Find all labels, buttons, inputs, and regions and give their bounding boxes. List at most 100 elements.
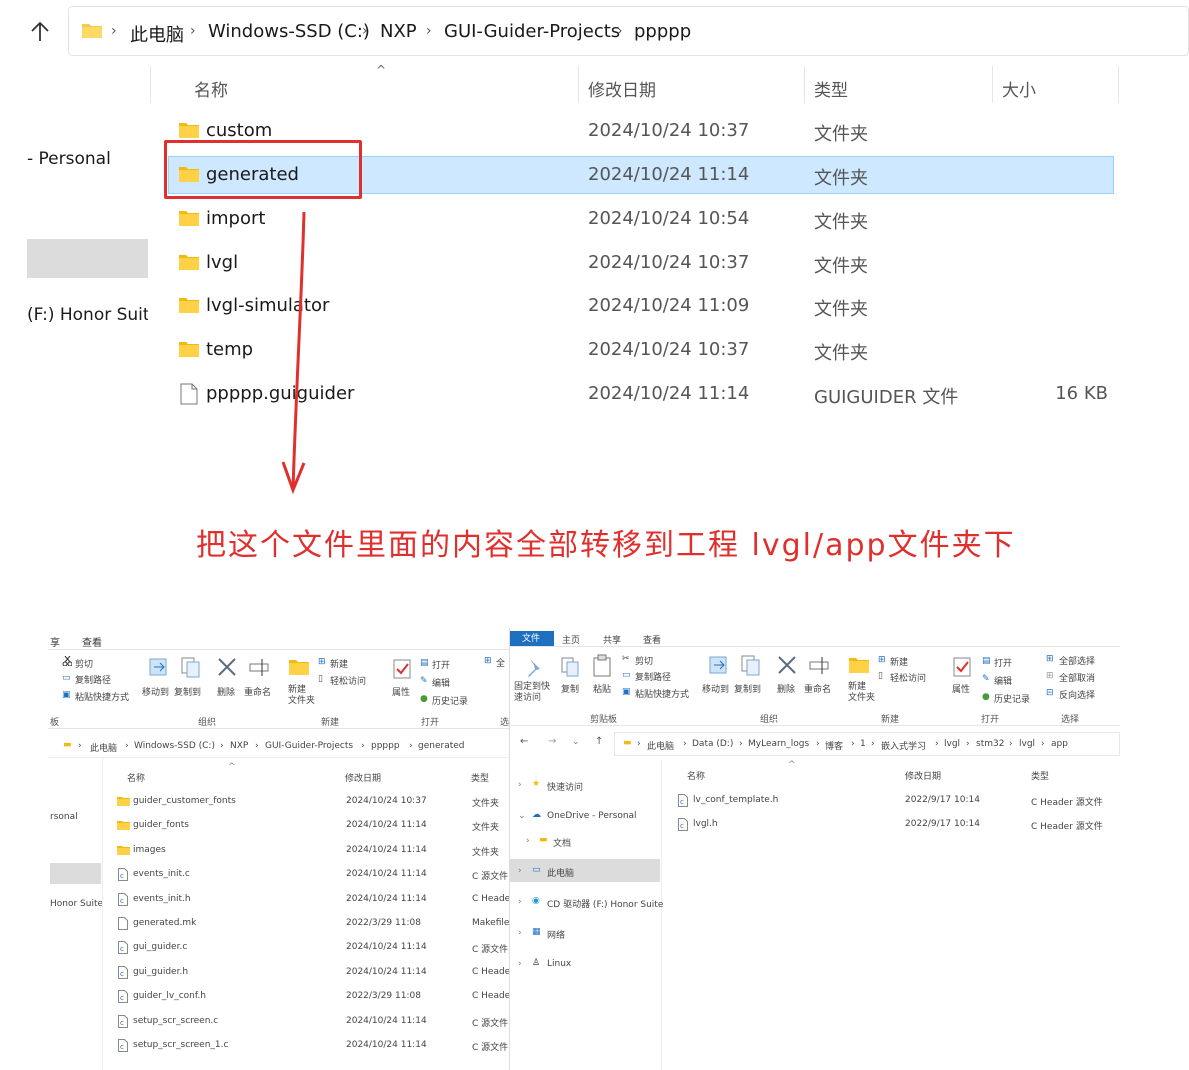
cut-button[interactable]: 剪切	[75, 657, 93, 670]
nav-quick-access[interactable]: 快速访问	[547, 780, 583, 793]
breadcrumb-item[interactable]: 嵌入式学习	[881, 739, 926, 752]
nav-linux[interactable]: Linux	[547, 959, 571, 969]
move-to-button[interactable]: 移动到	[142, 685, 169, 698]
easy-access-button[interactable]: 轻松访问	[890, 671, 926, 684]
column-header-date[interactable]: 修改日期	[588, 76, 656, 101]
select-none-button[interactable]: 全部取消	[1059, 671, 1095, 684]
file-row[interactable]: guider_customer_fonts 2024/10/24 10:37 文件夹	[114, 791, 509, 815]
breadcrumb-item[interactable]: GUI-Guider-Projects	[444, 21, 620, 42]
history-button[interactable]: 历史记录	[432, 694, 468, 707]
breadcrumb-item[interactable]: NXP	[380, 21, 417, 42]
rename-button[interactable]: 重命名	[804, 682, 831, 695]
file-row[interactable]: c guider_lv_conf.h 2022/3/29 11:08 C Heade	[114, 986, 509, 1010]
breadcrumb-item[interactable]: app	[1051, 739, 1068, 749]
select-all-button[interactable]: 全部选择	[1059, 654, 1095, 667]
breadcrumb-item[interactable]: ppppp	[371, 741, 400, 751]
nav-documents[interactable]: 文档	[553, 836, 571, 849]
address-bar[interactable]: › 此电脑 › Windows-SSD (C:) › NXP › GUI-Gui…	[68, 6, 1189, 56]
file-row[interactable]: c lvgl.h 2022/9/17 10:14 C Header 源文件	[676, 814, 1120, 838]
new-folder-button[interactable]: 新建 文件夹	[848, 682, 875, 704]
column-header-type[interactable]: 类型	[471, 771, 489, 784]
history-button[interactable]: 历史记录	[994, 692, 1030, 705]
tab-home[interactable]: 主页	[562, 633, 580, 646]
chevron-down-icon[interactable]: ⌄	[572, 737, 580, 747]
invert-selection-button[interactable]: 反向选择	[1059, 688, 1095, 701]
copy-button[interactable]: 复制	[561, 682, 579, 695]
breadcrumb-item[interactable]: MyLearn_logs	[748, 739, 809, 749]
copy-path-button[interactable]: 复制路径	[635, 670, 671, 683]
paste-button[interactable]: 粘贴	[593, 682, 611, 695]
breadcrumb-item[interactable]: GUI-Guider-Projects	[265, 741, 353, 751]
new-item-button[interactable]: 新建	[890, 655, 908, 668]
sidebar-item-honor-suite[interactable]: (F:) Honor Suite	[27, 305, 148, 325]
open-button[interactable]: 打开	[994, 656, 1012, 669]
breadcrumb-item[interactable]: ppppp	[634, 21, 691, 42]
sidebar-item-honor-suite[interactable]: Honor Suite	[50, 899, 103, 909]
column-header-date[interactable]: 修改日期	[345, 771, 381, 784]
easy-access-button[interactable]: 轻松访问	[330, 674, 366, 687]
sidebar-item-this-pc[interactable]	[50, 863, 101, 884]
delete-button[interactable]: 删除	[777, 682, 795, 695]
breadcrumb-item[interactable]: 博客	[825, 739, 843, 752]
file-row[interactable]: images 2024/10/24 11:14 文件夹	[114, 840, 509, 864]
breadcrumb-item[interactable]: lvgl	[1019, 739, 1035, 749]
nav-this-pc[interactable]: 此电脑	[547, 866, 574, 879]
file-row[interactable]: c gui_guider.c 2024/10/24 11:14 C 源文件	[114, 937, 509, 961]
new-item-button[interactable]: 新建	[330, 657, 348, 670]
file-row[interactable]: c setup_scr_screen_1.c 2024/10/24 11:14 C 源…	[114, 1035, 509, 1059]
sidebar-item-onedrive[interactable]: rsonal	[50, 812, 78, 822]
file-row[interactable]: c lv_conf_template.h 2022/9/17 10:14 C H…	[676, 790, 1120, 814]
file-row[interactable]: c events_init.h 2024/10/24 11:14 C Heade	[114, 889, 509, 913]
column-header-size[interactable]: 大小	[1002, 76, 1036, 101]
breadcrumb-item[interactable]: stm32	[976, 739, 1004, 749]
up-arrow-icon[interactable]: ↑	[595, 736, 603, 747]
file-row[interactable]: generated.mk 2022/3/29 11:08 Makefile	[114, 913, 509, 937]
breadcrumb-item[interactable]: Windows-SSD (C:)	[134, 741, 215, 751]
address-bar[interactable]: ▬ › 此电脑 › Windows-SSD (C:) › NXP › GUI-G…	[48, 734, 509, 758]
column-header-type[interactable]: 类型	[814, 76, 848, 101]
paste-shortcut-button[interactable]: 粘贴快捷方式	[75, 690, 129, 703]
address-bar[interactable]: ▬ › 此电脑 › Data (D:) › MyLearn_logs › 博客 …	[614, 732, 1120, 756]
copy-path-button[interactable]: 复制路径	[75, 673, 111, 686]
forward-arrow-icon[interactable]: →	[548, 736, 556, 747]
cut-button[interactable]: 剪切	[635, 654, 653, 667]
file-row[interactable]: guider_fonts 2024/10/24 11:14 文件夹	[114, 815, 509, 839]
back-arrow-icon[interactable]: ←	[520, 736, 528, 747]
breadcrumb-item[interactable]: Windows-SSD (C:)	[208, 21, 370, 42]
sidebar-item-onedrive[interactable]: - Personal	[27, 149, 111, 169]
column-header-name[interactable]: 名称	[127, 771, 145, 784]
rename-button[interactable]: 重命名	[244, 685, 271, 698]
pin-quick-access-button[interactable]: 固定到快 速访问	[514, 682, 550, 704]
breadcrumb-item[interactable]: generated	[418, 741, 465, 751]
breadcrumb-item[interactable]: 此电脑	[647, 739, 674, 752]
paste-shortcut-button[interactable]: 粘贴快捷方式	[635, 687, 689, 700]
tab-share[interactable]: 享	[50, 634, 60, 649]
up-arrow-icon[interactable]	[28, 20, 52, 44]
breadcrumb-item[interactable]: 此电脑	[90, 741, 117, 754]
edit-button[interactable]: 编辑	[432, 676, 450, 689]
nav-cd-drive[interactable]: CD 驱动器 (F:) Honor Suite	[547, 897, 663, 910]
nav-network[interactable]: 网络	[547, 928, 565, 941]
delete-button[interactable]: 删除	[217, 685, 235, 698]
sidebar-item-this-pc[interactable]	[27, 239, 148, 278]
column-divider[interactable]	[992, 66, 993, 103]
column-divider[interactable]	[804, 66, 805, 103]
breadcrumb-item[interactable]: Data (D:)	[692, 739, 733, 749]
breadcrumb-item[interactable]: NXP	[230, 741, 248, 751]
column-header-name[interactable]: 名称	[194, 76, 228, 101]
tab-view[interactable]: 查看	[82, 634, 102, 649]
open-button[interactable]: 打开	[432, 658, 450, 671]
select-all-button[interactable]: 全	[496, 656, 505, 669]
file-row[interactable]: c setup_scr_screen.c 2024/10/24 11:14 C 源文件	[114, 1011, 509, 1035]
nav-onedrive[interactable]: OneDrive - Personal	[547, 811, 637, 821]
tab-share[interactable]: 共享	[603, 633, 621, 646]
column-header-name[interactable]: 名称	[687, 769, 705, 782]
breadcrumb-item[interactable]: 此电脑	[130, 21, 184, 47]
copy-to-button[interactable]: 复制到	[174, 685, 201, 698]
column-header-type[interactable]: 类型	[1031, 769, 1049, 782]
file-row[interactable]: c events_init.c 2024/10/24 11:14 C 源文件	[114, 864, 509, 888]
properties-button[interactable]: 属性	[952, 682, 970, 695]
properties-button[interactable]: 属性	[392, 685, 410, 698]
copy-to-button[interactable]: 复制到	[734, 682, 761, 695]
edit-button[interactable]: 编辑	[994, 674, 1012, 687]
